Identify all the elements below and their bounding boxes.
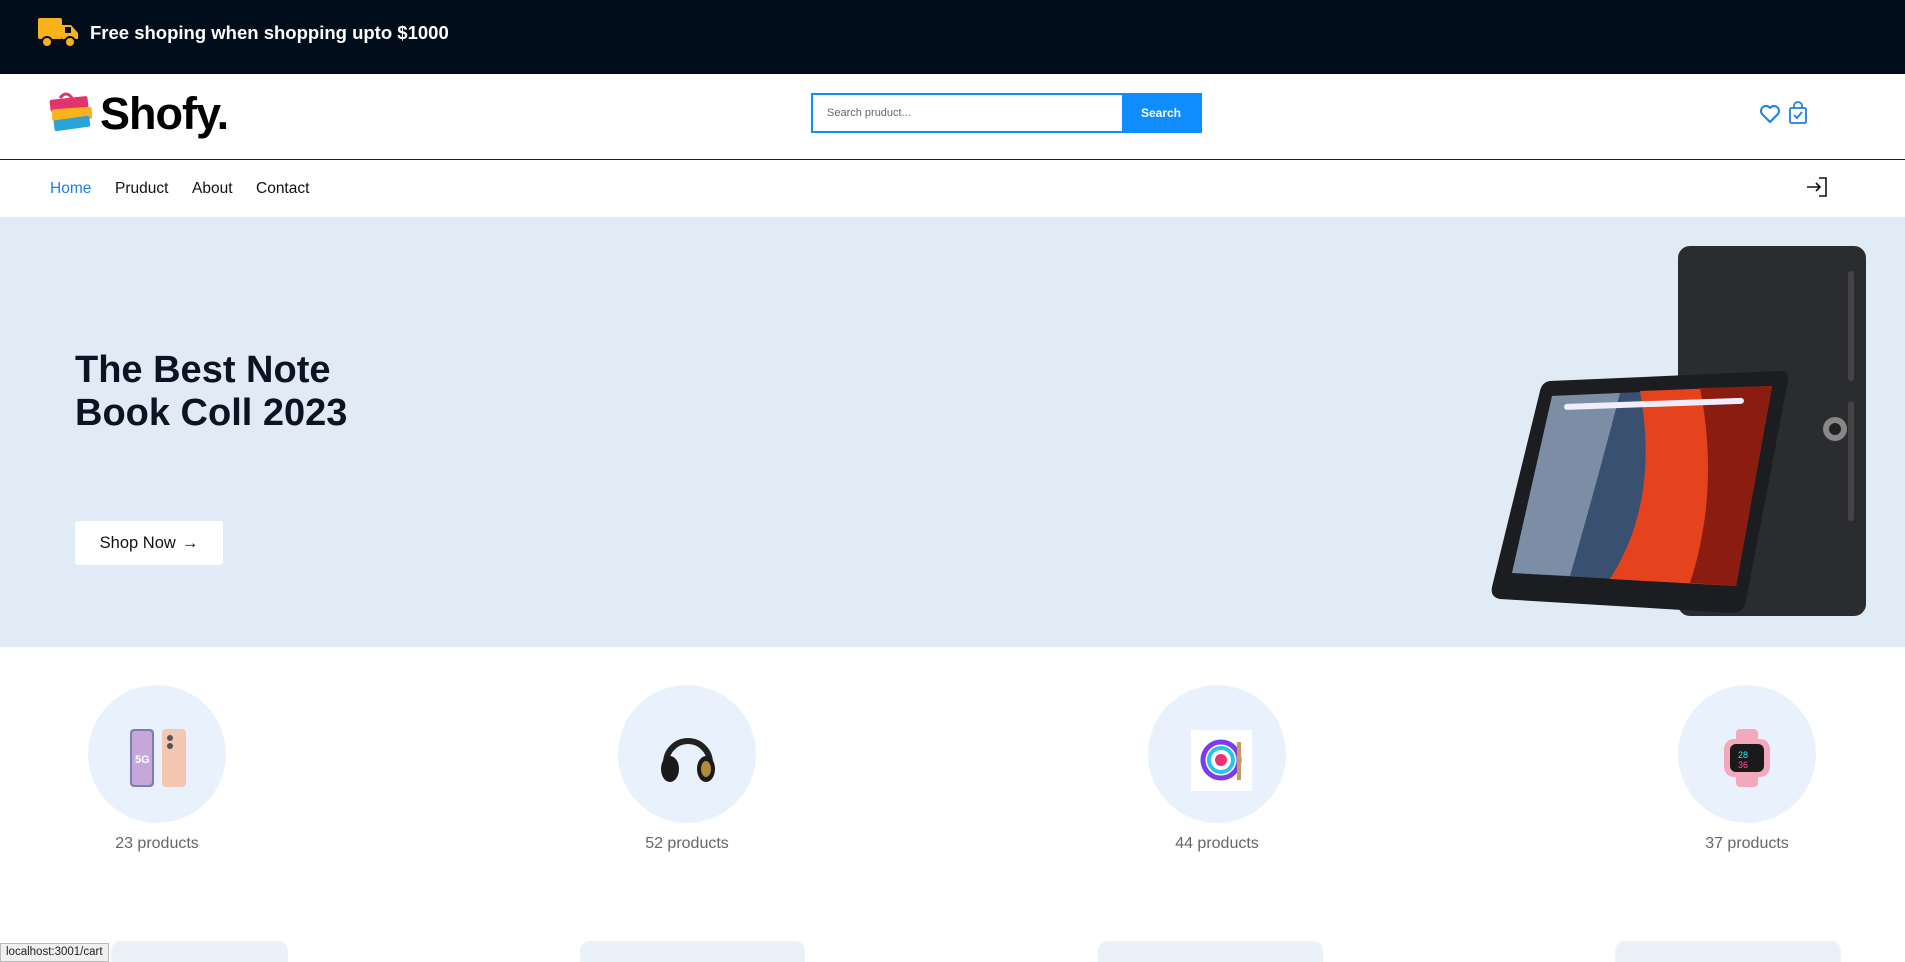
category-cooling[interactable]: 44 products xyxy=(1148,685,1286,852)
page: Free shoping when shopping upto $1000 Sh… xyxy=(0,0,1905,962)
main-nav: Home Pruduct About Contact xyxy=(0,160,1905,217)
category-circle[interactable] xyxy=(618,685,756,823)
product-card[interactable] xyxy=(580,941,805,962)
cooler-image xyxy=(1191,730,1252,791)
heart-icon[interactable] xyxy=(1759,104,1781,124)
tablet-product-image xyxy=(1491,246,1866,616)
search-input[interactable] xyxy=(813,95,1122,131)
site-header: Shofy. Search xyxy=(0,74,1905,160)
category-circle[interactable]: 5G xyxy=(88,685,226,823)
shopping-bag-icon[interactable] xyxy=(1787,101,1809,125)
category-count: 37 products xyxy=(1705,835,1789,852)
promo-text: Free shoping when shopping upto $1000 xyxy=(90,22,449,43)
shopping-bag-logo-icon xyxy=(49,92,93,132)
nav-item-product[interactable]: Pruduct xyxy=(115,180,168,198)
svg-text:36: 36 xyxy=(1738,760,1748,770)
hero-banner: The Best Note Book Coll 2023 Shop Now → xyxy=(0,217,1905,647)
nav-item-about[interactable]: About xyxy=(192,180,233,198)
truck-icon xyxy=(38,18,78,48)
shop-now-label: Shop Now xyxy=(99,533,176,552)
svg-text:5G: 5G xyxy=(135,754,150,766)
shop-now-button[interactable]: Shop Now → xyxy=(75,521,223,565)
product-card[interactable] xyxy=(1098,941,1323,962)
product-card[interactable] xyxy=(1615,941,1841,962)
nav-item-home[interactable]: Home xyxy=(50,180,91,198)
category-count: 52 products xyxy=(645,835,729,852)
category-smartwatches[interactable]: 28 36 37 products xyxy=(1678,685,1816,852)
sign-in-icon[interactable] xyxy=(1805,176,1829,198)
category-headphones[interactable]: 52 products xyxy=(618,685,756,852)
promo-bar: Free shoping when shopping upto $1000 xyxy=(0,0,1905,74)
category-circle[interactable] xyxy=(1148,685,1286,823)
search-button[interactable]: Search xyxy=(1122,95,1200,131)
category-circle[interactable]: 28 36 xyxy=(1678,685,1816,823)
product-card[interactable] xyxy=(111,941,288,962)
search-form: Search xyxy=(811,93,1202,133)
headphones-image xyxy=(661,738,715,782)
category-phones[interactable]: 5G 23 products xyxy=(88,685,226,852)
arrow-right-icon: → xyxy=(181,533,199,552)
smartwatch-image: 28 36 xyxy=(1724,729,1770,787)
browser-status-url: localhost:3001/cart xyxy=(0,943,109,962)
category-count: 23 products xyxy=(115,835,199,852)
phone-image: 5G xyxy=(130,729,186,787)
brand-name[interactable]: Shofy. xyxy=(100,88,229,140)
category-count: 44 products xyxy=(1175,835,1259,852)
hero-title: The Best Note Book Coll 2023 xyxy=(75,349,348,434)
nav-item-contact[interactable]: Contact xyxy=(256,180,309,198)
svg-text:28: 28 xyxy=(1738,750,1748,760)
